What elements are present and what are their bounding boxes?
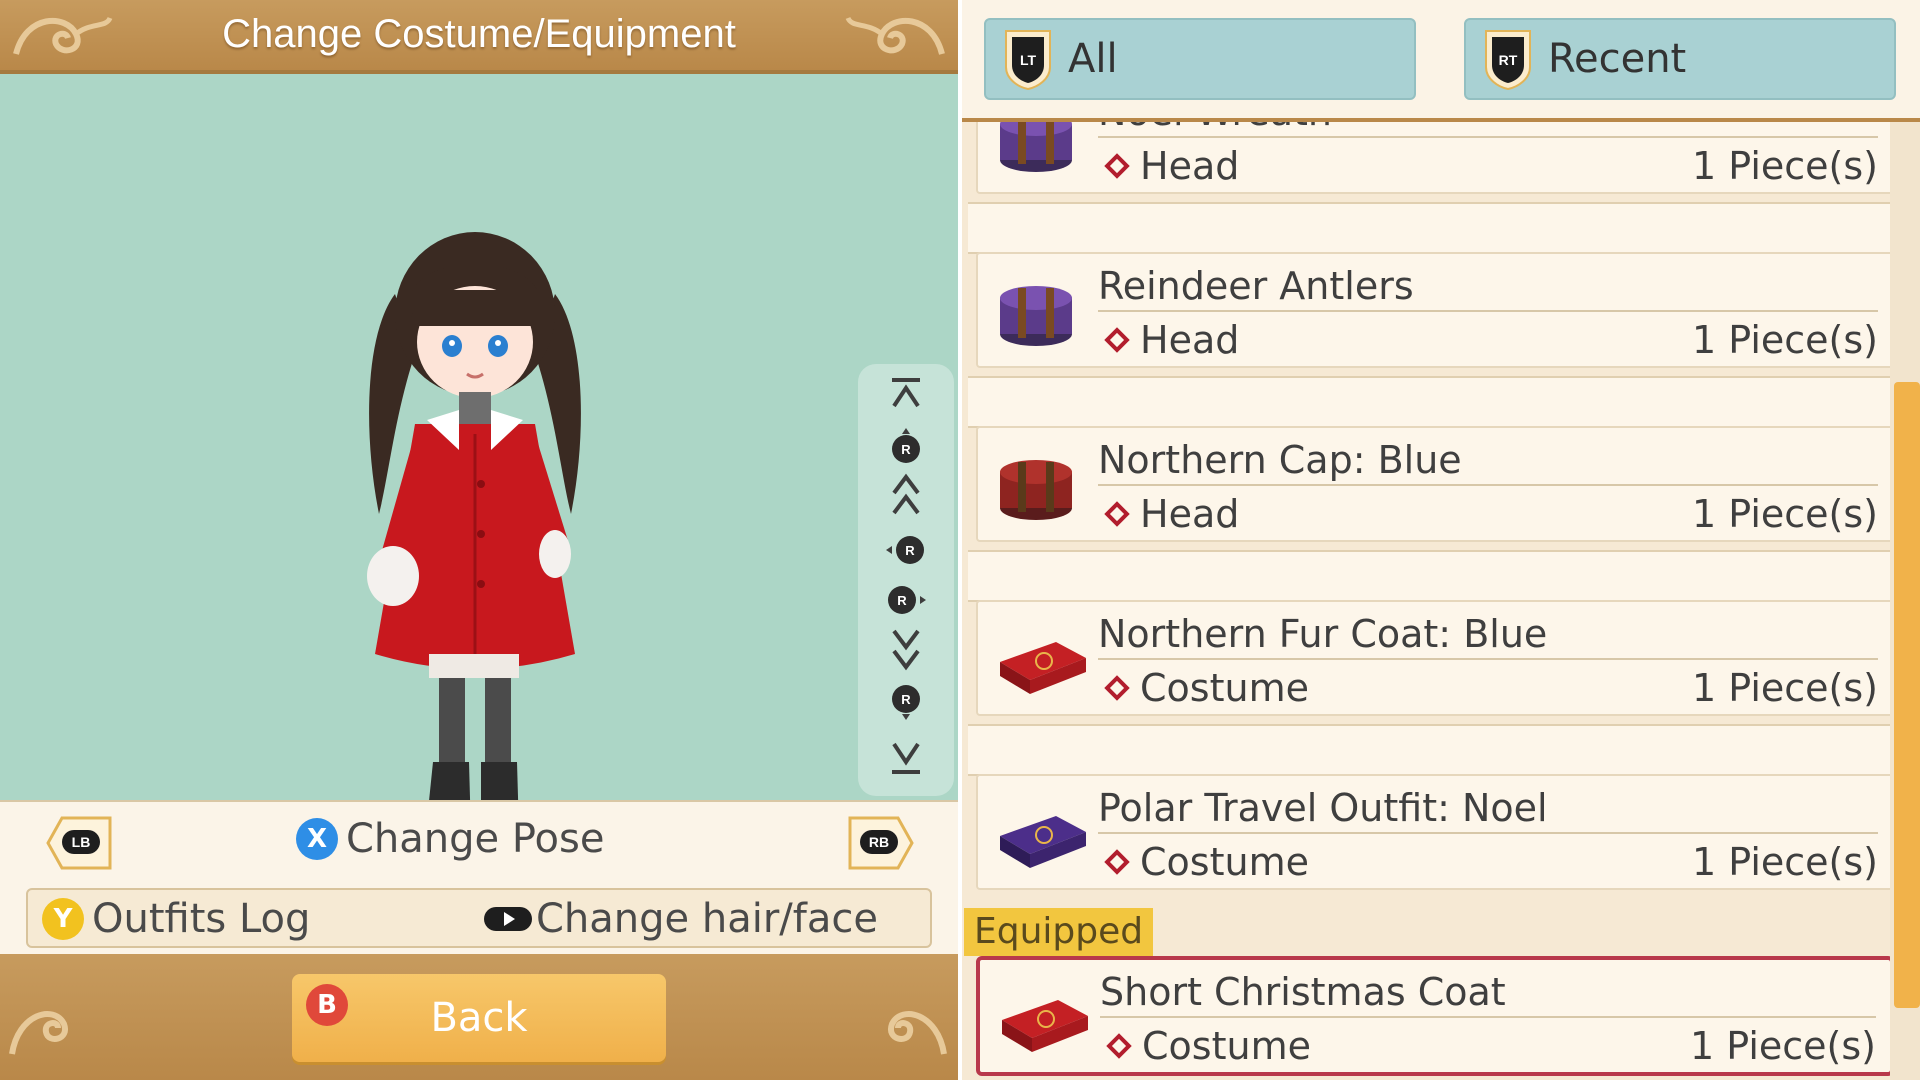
item-category: Head	[1102, 492, 1239, 536]
y-button-icon: Y	[42, 898, 84, 940]
diamond-icon	[1104, 501, 1130, 527]
filter-tabs: LT All RT Recent	[962, 0, 1920, 122]
back-button[interactable]: B Back	[292, 974, 666, 1062]
b-button-icon: B	[306, 984, 348, 1026]
diamond-icon	[1104, 675, 1130, 701]
item-list: Noel Wreath Head 1 Piece(s) Reindeer Ant…	[962, 122, 1890, 1080]
scrollbar-thumb[interactable]	[1894, 382, 1920, 1008]
list-item[interactable]: Northern Cap: Blue Head 1 Piece(s)	[968, 426, 1890, 602]
change-hair-face-label: Change hair/face	[536, 896, 878, 942]
diamond-icon	[1104, 327, 1130, 353]
character-preview[interactable]: R R R R	[0, 74, 958, 840]
item-category: Head	[1102, 318, 1239, 362]
list-item[interactable]: Reindeer Antlers Head 1 Piece(s)	[968, 252, 1890, 428]
zoom-out-icon[interactable]	[858, 629, 954, 671]
lb-button[interactable]: LB	[44, 814, 114, 872]
back-label: Back	[430, 995, 528, 1041]
tab-all[interactable]: LT All	[984, 18, 1416, 100]
costume-case-red-icon	[1000, 642, 1086, 694]
item-quantity: 1 Piece(s)	[1692, 318, 1878, 362]
change-hair-face-button[interactable]: Change hair/face	[484, 896, 878, 942]
rstick-down-icon[interactable]: R	[858, 682, 954, 722]
diamond-icon	[1104, 849, 1130, 875]
item-quantity: 1 Piece(s)	[1692, 492, 1878, 536]
item-category: Costume	[1102, 666, 1309, 710]
item-card: Northern Cap: Blue Head 1 Piece(s)	[976, 426, 1890, 542]
ornament-scroll-icon	[845, 16, 945, 55]
character-preview-panel: Change Costume/Equipment R R R R LB X Ch…	[0, 0, 958, 1080]
control-hints: LB X Change Pose RB Y Outfits Log Change…	[0, 800, 958, 956]
item-quantity: 1 Piece(s)	[1692, 666, 1878, 710]
svg-text:RB: RB	[869, 834, 889, 850]
costume-case-red-icon	[1002, 1000, 1088, 1052]
tab-recent-label: Recent	[1548, 36, 1687, 82]
camera-bottom-icon[interactable]	[858, 738, 954, 778]
item-quantity: 1 Piece(s)	[1692, 840, 1878, 884]
svg-text:R: R	[901, 442, 911, 457]
x-button-icon: X	[296, 818, 338, 860]
lt-trigger-icon: LT	[1005, 30, 1051, 91]
tab-all-label: All	[1068, 36, 1118, 82]
ornament-scroll-icon	[888, 1011, 947, 1055]
list-item[interactable]: Noel Wreath Head 1 Piece(s)	[968, 122, 1890, 254]
row-separator	[968, 550, 1890, 602]
svg-text:LB: LB	[72, 834, 91, 850]
change-pose-button[interactable]: X Change Pose	[296, 816, 604, 862]
list-item[interactable]: Northern Fur Coat: Blue Costume 1 Piece(…	[968, 600, 1890, 776]
item-list-panel: LT All RT Recent Noel Wreath Head 1 Piec…	[962, 0, 1920, 1080]
item-category: Costume	[1102, 840, 1309, 884]
row-separator	[968, 376, 1890, 428]
item-name: Noel Wreath	[1098, 122, 1878, 138]
equipped-label: Equipped	[964, 908, 1154, 956]
change-pose-label: Change Pose	[346, 816, 605, 862]
costume-case-purple-icon	[1000, 816, 1086, 868]
item-name: Northern Cap: Blue	[1098, 438, 1878, 486]
outfits-log-label: Outfits Log	[92, 896, 311, 942]
row-separator	[968, 724, 1890, 776]
outfits-hair-row: Y Outfits Log Change hair/face	[26, 888, 932, 948]
outfits-log-button[interactable]: Y Outfits Log	[42, 896, 310, 942]
item-card: Short Christmas Coat Costume 1 Piece(s)	[976, 956, 1890, 1076]
tab-recent[interactable]: RT Recent	[1464, 18, 1896, 100]
item-name: Northern Fur Coat: Blue	[1098, 612, 1878, 660]
title-bar: Change Costume/Equipment	[0, 0, 958, 74]
svg-text:R: R	[905, 543, 915, 558]
rstick-right-icon[interactable]: R	[858, 580, 954, 620]
item-quantity: 1 Piece(s)	[1690, 1024, 1876, 1068]
character-avatar[interactable]	[355, 214, 595, 854]
item-category: Costume	[1104, 1024, 1311, 1068]
item-quantity: 1 Piece(s)	[1692, 144, 1878, 188]
item-card: Polar Travel Outfit: Noel Costume 1 Piec…	[976, 774, 1890, 890]
camera-controls: R R R R	[858, 364, 954, 796]
rt-trigger-icon: RT	[1485, 30, 1531, 91]
item-name: Polar Travel Outfit: Noel	[1098, 786, 1878, 834]
item-card: Reindeer Antlers Head 1 Piece(s)	[976, 252, 1890, 368]
svg-text:R: R	[901, 692, 911, 707]
rb-button[interactable]: RB	[846, 814, 916, 872]
rstick-up-icon[interactable]: R	[858, 426, 954, 466]
item-name: Reindeer Antlers	[1098, 264, 1878, 312]
right-arrow-button-icon	[484, 907, 532, 931]
svg-text:LT: LT	[1020, 52, 1037, 68]
camera-top-icon[interactable]	[858, 374, 954, 414]
svg-text:R: R	[897, 593, 907, 608]
diamond-icon	[1106, 1033, 1132, 1059]
item-card: Northern Fur Coat: Blue Costume 1 Piece(…	[976, 600, 1890, 716]
item-category: Head	[1102, 144, 1239, 188]
hat-box-purple-icon	[1000, 122, 1072, 172]
hat-box-red-icon	[1000, 460, 1072, 520]
diamond-icon	[1104, 153, 1130, 179]
item-name: Short Christmas Coat	[1100, 970, 1876, 1018]
equipped-item[interactable]: Short Christmas Coat Costume 1 Piece(s)	[968, 956, 1890, 1080]
item-card: Noel Wreath Head 1 Piece(s)	[976, 122, 1890, 194]
footer-bar: B Back	[0, 954, 958, 1080]
row-separator	[968, 202, 1890, 254]
zoom-in-icon[interactable]	[858, 473, 954, 516]
svg-text:RT: RT	[1499, 52, 1518, 68]
hat-box-purple-icon	[1000, 286, 1072, 346]
rstick-left-icon[interactable]: R	[858, 530, 954, 570]
ornament-scroll-icon	[9, 1011, 68, 1055]
page-title: Change Costume/Equipment	[222, 12, 736, 56]
